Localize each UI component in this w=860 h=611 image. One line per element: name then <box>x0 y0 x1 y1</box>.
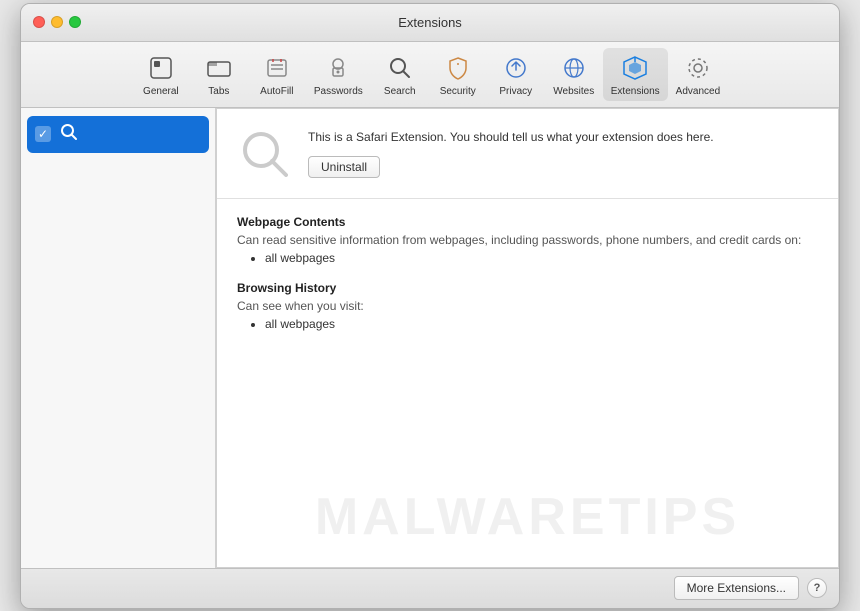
search-icon <box>384 52 416 84</box>
toolbar-item-websites[interactable]: Websites <box>545 48 603 101</box>
permission-item-webpage-all: all webpages <box>265 251 818 265</box>
minimize-button[interactable] <box>51 16 63 28</box>
toolbar-label-general: General <box>143 86 179 97</box>
watermark: MALWARETIPS <box>315 487 740 547</box>
permissions-section: MALWARETIPS Webpage Contents Can read se… <box>217 199 838 567</box>
permission-title-history: Browsing History <box>237 281 818 295</box>
permission-webpage-contents: Webpage Contents Can read sensitive info… <box>237 215 818 265</box>
toolbar-label-security: Security <box>440 86 476 97</box>
passwords-icon <box>322 52 354 84</box>
toolbar-item-autofill[interactable]: AutoFill <box>248 48 306 101</box>
extension-info: This is a Safari Extension. You should t… <box>308 128 818 178</box>
autofill-icon <box>261 52 293 84</box>
more-extensions-button[interactable]: More Extensions... <box>674 576 799 600</box>
toolbar-item-general[interactable]: General <box>132 48 190 101</box>
help-button[interactable]: ? <box>807 578 827 598</box>
main-window: Extensions General Tabs <box>20 3 840 609</box>
toolbar-item-passwords[interactable]: Passwords <box>306 48 371 101</box>
toolbar: General Tabs AutoFill <box>21 42 839 108</box>
toolbar-label-extensions: Extensions <box>611 86 660 97</box>
toolbar-label-search: Search <box>384 86 416 97</box>
toolbar-label-advanced: Advanced <box>676 86 720 97</box>
bottom-bar: More Extensions... ? <box>21 568 839 608</box>
extension-description: This is a Safari Extension. You should t… <box>308 128 818 146</box>
toolbar-label-tabs: Tabs <box>208 86 229 97</box>
permission-desc-webpage: Can read sensitive information from webp… <box>237 233 818 247</box>
traffic-lights <box>33 16 81 28</box>
toolbar-item-advanced[interactable]: Advanced <box>668 48 728 101</box>
toolbar-label-autofill: AutoFill <box>260 86 293 97</box>
toolbar-item-search[interactable]: Search <box>371 48 429 101</box>
toolbar-item-tabs[interactable]: Tabs <box>190 48 248 101</box>
detail-panel: This is a Safari Extension. You should t… <box>216 108 839 568</box>
toolbar-label-passwords: Passwords <box>314 86 363 97</box>
toolbar-item-extensions[interactable]: Extensions <box>603 48 668 101</box>
permission-title-webpage: Webpage Contents <box>237 215 818 229</box>
permission-list-history: all webpages <box>237 317 818 331</box>
permission-list-webpage: all webpages <box>237 251 818 265</box>
advanced-icon <box>682 52 714 84</box>
toolbar-item-privacy[interactable]: Privacy <box>487 48 545 101</box>
permission-browsing-history: Browsing History Can see when you visit:… <box>237 281 818 331</box>
extension-sidebar-icon <box>59 122 79 147</box>
extensions-icon <box>619 52 651 84</box>
permission-item-history-all: all webpages <box>265 317 818 331</box>
permission-desc-history: Can see when you visit: <box>237 299 818 313</box>
main-content: ✓ This is a <box>21 108 839 568</box>
general-icon <box>145 52 177 84</box>
sidebar: ✓ <box>21 108 216 568</box>
toolbar-label-websites: Websites <box>553 86 594 97</box>
sidebar-item-search-ext[interactable]: ✓ <box>27 116 209 153</box>
uninstall-button[interactable]: Uninstall <box>308 156 380 178</box>
extension-icon <box>237 126 292 181</box>
close-button[interactable] <box>33 16 45 28</box>
extension-header: This is a Safari Extension. You should t… <box>217 109 838 199</box>
titlebar: Extensions <box>21 4 839 42</box>
extension-checkbox[interactable]: ✓ <box>35 126 51 142</box>
websites-icon <box>558 52 590 84</box>
maximize-button[interactable] <box>69 16 81 28</box>
toolbar-label-privacy: Privacy <box>499 86 532 97</box>
privacy-icon <box>500 52 532 84</box>
toolbar-item-security[interactable]: Security <box>429 48 487 101</box>
tabs-icon <box>203 52 235 84</box>
security-icon <box>442 52 474 84</box>
window-title: Extensions <box>398 15 462 30</box>
